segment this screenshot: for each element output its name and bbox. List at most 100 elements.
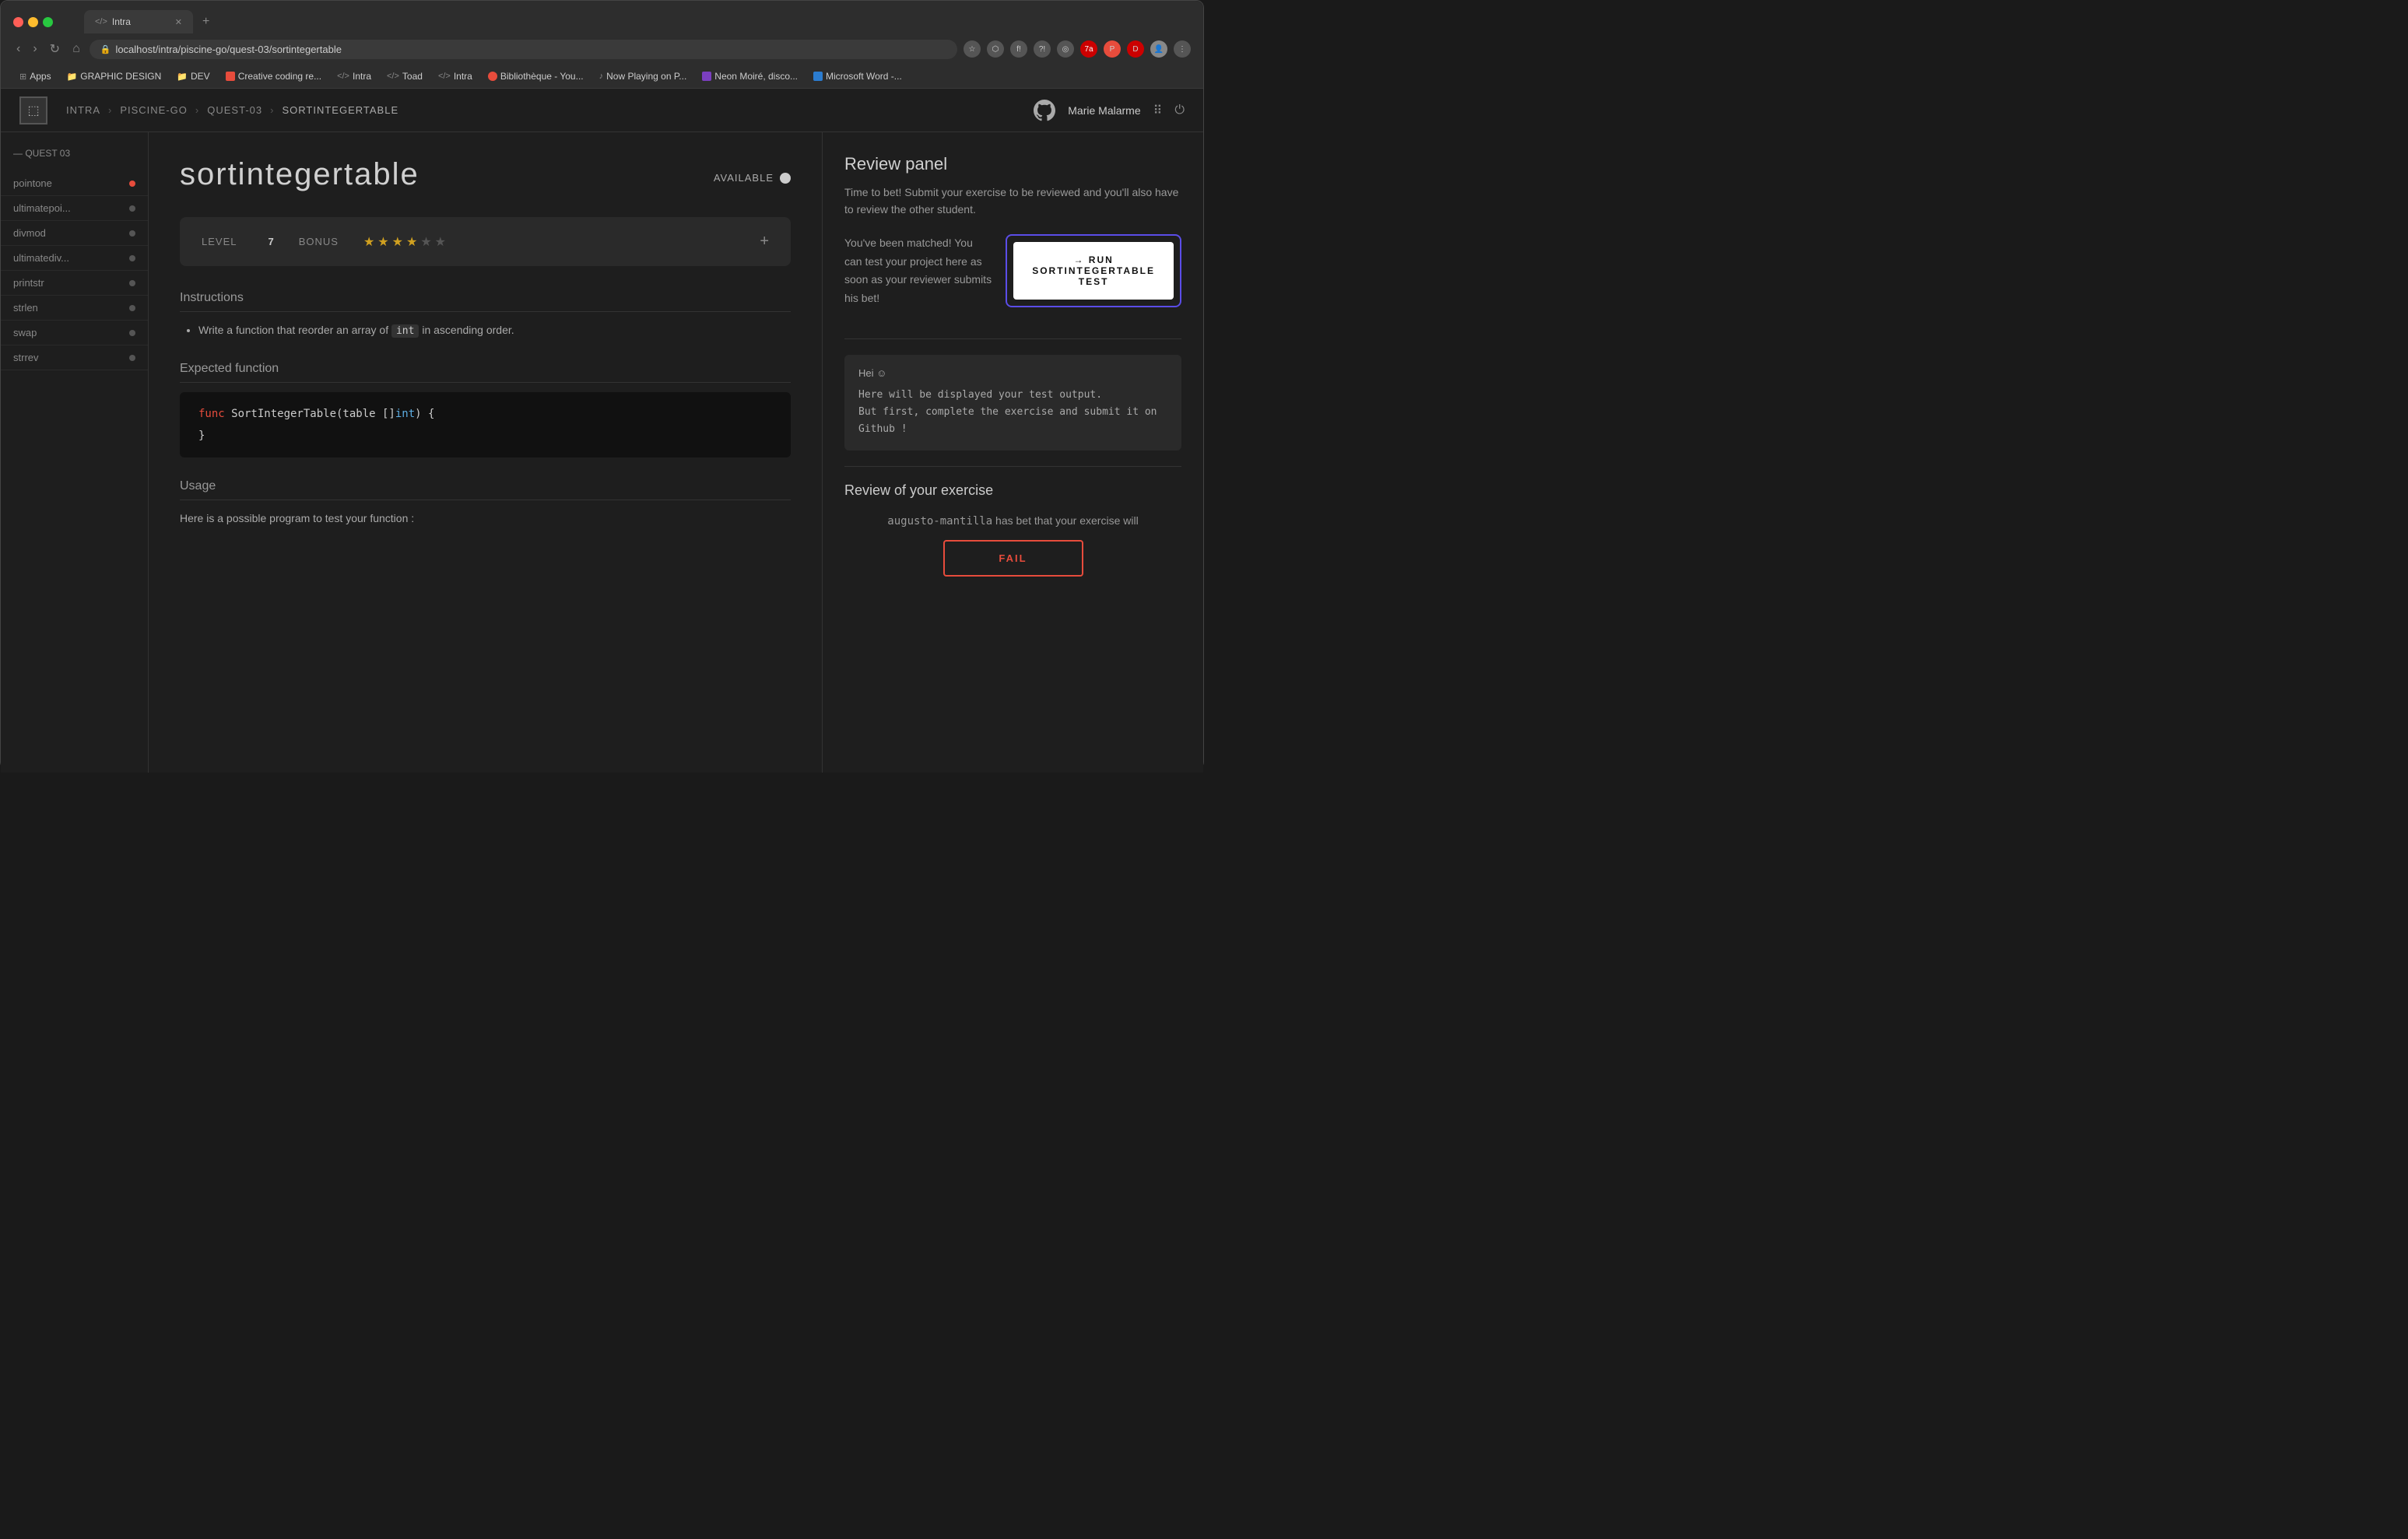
grid-menu-icon[interactable]: ⠿ <box>1153 103 1163 118</box>
instructions-section: Instructions Write a function that reord… <box>180 291 791 340</box>
bookmark-creative[interactable]: Creative coding re... <box>219 69 328 83</box>
breadcrumb-sep-2: › <box>195 104 199 116</box>
terminal-line-1: Here will be displayed your test output. <box>858 387 1167 404</box>
fail-button[interactable]: FAIL <box>943 540 1083 577</box>
star-icon[interactable]: ☆ <box>964 40 981 58</box>
bookmark-apps[interactable]: ⊞ Apps <box>13 69 58 83</box>
bookmark-word-label: Microsoft Word -... <box>826 71 902 82</box>
status-dot-strrev <box>129 355 135 361</box>
sidebar-item-pointone[interactable]: pointone <box>1 171 148 196</box>
browser-chrome: </> Intra ✕ + ‹ › ↻ ⌂ 🔒 localhost/intra/… <box>1 1 1203 89</box>
star-4: ★ <box>406 234 417 250</box>
terminal-box: Hei ☺ Here will be displayed your test o… <box>844 355 1181 450</box>
status-dot-printstr <box>129 280 135 286</box>
menu-icon[interactable]: ⋮ <box>1174 40 1191 58</box>
bookmark-dev-label: DEV <box>191 71 210 82</box>
bookmark-toad[interactable]: </> Toad <box>381 69 429 83</box>
run-test-button[interactable]: → RUN SORTINTEGERTABLE TEST <box>1013 242 1174 300</box>
section-title-text: — QUEST 03 <box>13 148 70 159</box>
maximize-button[interactable] <box>43 17 53 27</box>
url-box[interactable]: 🔒 localhost/intra/piscine-go/quest-03/so… <box>90 40 957 59</box>
bookmark-dev[interactable]: 📁 DEV <box>170 69 216 83</box>
logo-icon: ⬚ <box>19 96 47 124</box>
new-tab-button[interactable]: + <box>196 12 216 32</box>
breadcrumb-intra[interactable]: INTRA <box>66 104 100 116</box>
breadcrumb-piscine[interactable]: PISCINE-GO <box>120 104 188 116</box>
panel-description: Time to bet! Submit your exercise to be … <box>844 184 1181 219</box>
profile-icon[interactable]: 👤 <box>1150 40 1167 58</box>
code-func-end: ) { <box>415 408 434 420</box>
bookmark-graphic-design[interactable]: 📁 GRAPHIC DESIGN <box>61 69 168 83</box>
sidebar-item-ultimatepoi[interactable]: ultimatepoi... <box>1 196 148 221</box>
sidebar-item-divmod[interactable]: divmod <box>1 221 148 246</box>
exercise-header: sortintegertable AVAILABLE <box>180 157 791 198</box>
bookmark-playing-label: Now Playing on P... <box>606 71 686 82</box>
status-dot-ultimatepoi <box>129 205 135 212</box>
extension-icon-2[interactable]: f! <box>1010 40 1027 58</box>
url-text: localhost/intra/piscine-go/quest-03/sort… <box>115 44 342 55</box>
extension-icon-7[interactable]: D <box>1127 40 1144 58</box>
status-dot-ultimatediv <box>129 255 135 261</box>
extension-icon-1[interactable]: ⬡ <box>987 40 1004 58</box>
extension-icon-6[interactable]: P <box>1104 40 1121 58</box>
reviewer-name[interactable]: augusto-mantilla <box>887 515 992 528</box>
sidebar-section: — QUEST 03 <box>1 138 148 171</box>
app-body: — QUEST 03 pointone ultimatepoi... divmo… <box>1 132 1203 773</box>
bookmark-intra-1[interactable]: </> Intra <box>331 69 377 83</box>
bookmark-toad-label: Toad <box>402 71 423 82</box>
power-icon[interactable]: ⏻ <box>1174 103 1185 117</box>
star-1: ★ <box>363 234 374 250</box>
review-section-title: Review of your exercise <box>844 482 1181 499</box>
lock-icon: 🔒 <box>100 44 111 54</box>
neon-icon <box>702 72 711 81</box>
bookmark-apps-label: Apps <box>30 71 51 82</box>
username-label: Marie Malarme <box>1068 104 1140 117</box>
address-bar: ‹ › ↻ ⌂ 🔒 localhost/intra/piscine-go/que… <box>1 33 1203 66</box>
breadcrumb-quest[interactable]: QUEST-03 <box>207 104 262 116</box>
star-5: ★ <box>420 234 431 250</box>
sidebar: — QUEST 03 pointone ultimatepoi... divmo… <box>1 132 149 773</box>
level-label: LEVEL <box>202 236 237 247</box>
code-icon-2: </> <box>387 72 399 81</box>
matched-text: You've been matched! You can test your p… <box>844 234 993 308</box>
reload-button[interactable]: ↻ <box>47 38 63 60</box>
sidebar-item-strlen[interactable]: strlen <box>1 296 148 321</box>
sidebar-item-ultimatediv[interactable]: ultimatediv... <box>1 246 148 271</box>
forward-button[interactable]: › <box>30 39 40 59</box>
instruction-text-after: in ascending order. <box>419 324 514 336</box>
app-container: ⬚ INTRA › PISCINE-GO › QUEST-03 › SORTIN… <box>1 89 1203 773</box>
bookmark-word[interactable]: Microsoft Word -... <box>807 69 908 83</box>
back-button[interactable]: ‹ <box>13 39 23 59</box>
bookmark-intra-2[interactable]: </> Intra <box>432 69 479 83</box>
level-card: LEVEL 7 BONUS ★ ★ ★ ★ ★ ★ + <box>180 217 791 266</box>
code-closing-brace: } <box>198 429 205 442</box>
sidebar-item-printstr[interactable]: printstr <box>1 271 148 296</box>
folder-icon-1: 📁 <box>67 72 78 82</box>
sidebar-item-strrev[interactable]: strrev <box>1 345 148 370</box>
sidebar-label-printstr: printstr <box>13 277 44 289</box>
extension-icon-4[interactable]: ◎ <box>1057 40 1074 58</box>
instruction-item: Write a function that reorder an array o… <box>198 321 791 340</box>
minimize-button[interactable] <box>28 17 38 27</box>
sidebar-item-swap[interactable]: swap <box>1 321 148 345</box>
home-button[interactable]: ⌂ <box>69 39 83 59</box>
tab-icon: </> <box>95 17 107 26</box>
code-block: func SortIntegerTable(table []int) { } <box>180 392 791 457</box>
extension-icon-3[interactable]: ?! <box>1034 40 1051 58</box>
breadcrumb-sep-3: › <box>270 104 274 116</box>
level-number: 7 <box>268 236 273 247</box>
extension-icon-5[interactable]: 7a <box>1080 40 1097 58</box>
available-badge: AVAILABLE <box>714 172 791 184</box>
bookmark-bibliotheque[interactable]: Bibliothèque - You... <box>482 69 590 83</box>
tab-close-button[interactable]: ✕ <box>175 17 182 27</box>
plus-button[interactable]: + <box>760 233 769 251</box>
terminal-line-2: But first, complete the exercise and sub… <box>858 404 1167 438</box>
bookmark-now-playing[interactable]: ♪ Now Playing on P... <box>593 69 693 83</box>
github-icon[interactable] <box>1034 100 1055 121</box>
bookmark-graphic-label: GRAPHIC DESIGN <box>80 71 161 82</box>
active-tab[interactable]: </> Intra ✕ <box>84 10 193 33</box>
usage-section: Usage Here is a possible program to test… <box>180 479 791 527</box>
close-button[interactable] <box>13 17 23 27</box>
status-dot-strlen <box>129 305 135 311</box>
bookmark-neon[interactable]: Neon Moiré, disco... <box>696 69 804 83</box>
